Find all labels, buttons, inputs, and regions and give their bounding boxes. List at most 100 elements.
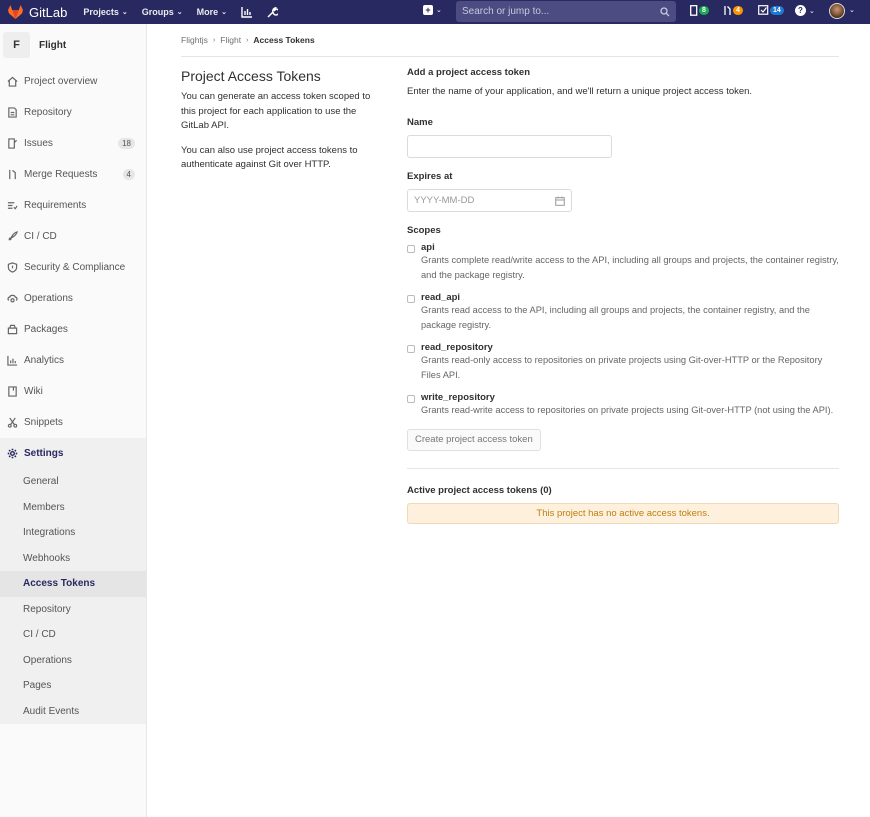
breadcrumb: Flightjs › Flight › Access Tokens (181, 35, 315, 45)
settings-access-tokens[interactable]: Access Tokens (0, 571, 146, 597)
sidebar-item-repository[interactable]: Repository (0, 97, 146, 128)
sidebar-item-label: Wiki (24, 386, 43, 397)
sidebar-item-issues[interactable]: Issues 18 (0, 128, 146, 159)
settings-pages[interactable]: Pages (0, 673, 146, 699)
expires-label: Expires at (407, 171, 453, 182)
sidebar-item-label: Operations (24, 293, 73, 304)
plus-icon: + (423, 5, 433, 15)
sidebar-item-operations[interactable]: Operations (0, 283, 146, 314)
expires-date-input[interactable]: YYYY-MM-DD (407, 189, 572, 212)
new-dropdown-button[interactable]: + ⌄ (423, 5, 442, 15)
help-icon: ? (795, 5, 806, 16)
search-icon (660, 6, 670, 16)
sidebar-item-ci-cd[interactable]: CI / CD (0, 221, 146, 252)
sidebar-item-snippets[interactable]: Snippets (0, 407, 146, 438)
sidebar-item-merge-requests[interactable]: Merge Requests 4 (0, 159, 146, 190)
calendar-icon[interactable] (555, 196, 565, 206)
scope-read-repository-checkbox[interactable] (407, 345, 415, 353)
wrench-icon[interactable] (267, 6, 278, 18)
scope-write-repository-checkbox[interactable] (407, 395, 415, 403)
scope-description: Grants read-write access to repositories… (421, 405, 834, 415)
breadcrumb-group[interactable]: Flightjs (181, 35, 208, 45)
sidebar-item-label: Security & Compliance (24, 262, 126, 273)
chevron-down-icon: ⌄ (176, 9, 183, 16)
form-description: Enter the name of your application, and … (407, 86, 753, 97)
settings-ci-cd[interactable]: CI / CD (0, 622, 146, 648)
scope-name: write_repository (421, 392, 495, 403)
scope-description: Grants read-only access to repositories … (421, 355, 823, 380)
chevron-down-icon[interactable]: ⌄ (849, 6, 855, 14)
settings-operations[interactable]: Operations (0, 648, 146, 674)
scope-name: read_repository (421, 342, 493, 353)
create-token-button[interactable]: Create project access token (407, 428, 541, 451)
scope-read-api-checkbox[interactable] (407, 295, 415, 303)
issues-counter[interactable]: 8 (690, 5, 709, 16)
breadcrumb-project[interactable]: Flight (220, 35, 241, 45)
sidebar-item-label: Repository (24, 107, 72, 118)
sidebar-item-label: Merge Requests (24, 169, 98, 180)
scope-api-checkbox[interactable] (407, 245, 415, 253)
sidebar-item-analytics[interactable]: Analytics (0, 345, 146, 376)
user-avatar[interactable] (829, 3, 845, 19)
package-icon (7, 324, 18, 335)
sidebar-item-wiki[interactable]: Wiki (0, 376, 146, 407)
gitlab-logo[interactable]: GitLab (8, 5, 67, 20)
scope-write-repository: write_repository Grants read-write acces… (407, 392, 839, 418)
sidebar-item-label: Analytics (24, 355, 65, 366)
doc-icon (8, 107, 17, 118)
top-navbar: GitLab Projects⌄ Groups⌄ More⌄ + ⌄ 8 4 1… (0, 0, 870, 24)
merge-icon (9, 169, 16, 180)
breadcrumb-current[interactable]: Access Tokens (253, 35, 314, 45)
intro-section: Project Access Tokens You can generate a… (181, 68, 386, 183)
settings-label: Settings (24, 448, 64, 459)
sidebar-item-settings[interactable]: Settings (0, 438, 146, 469)
settings-general[interactable]: General (0, 469, 146, 495)
sidebar: F Flight Project overview Repository Iss… (0, 24, 147, 817)
settings-webhooks[interactable]: Webhooks (0, 546, 146, 572)
book-icon (8, 386, 17, 397)
sidebar-item-project-overview[interactable]: Project overview (0, 66, 146, 97)
todos-counter[interactable]: 14 (758, 5, 784, 15)
sidebar-item-label: CI / CD (24, 231, 57, 242)
settings-repository[interactable]: Repository (0, 597, 146, 623)
name-input[interactable] (407, 135, 612, 158)
nav-groups-label: Groups (141, 7, 174, 17)
merge-requests-counter[interactable]: 4 (723, 5, 743, 16)
settings-audit-events[interactable]: Audit Events (0, 699, 146, 725)
settings-integrations[interactable]: Integrations (0, 520, 146, 546)
gear-icon (7, 448, 18, 459)
chevron-right-icon: › (212, 36, 216, 44)
nav-projects[interactable]: Projects ⌄ (83, 7, 127, 17)
scope-api: api Grants complete read/write access to… (407, 242, 839, 282)
activity-chart-icon[interactable] (241, 6, 253, 18)
sidebar-item-label: Requirements (24, 200, 87, 211)
project-header[interactable]: F Flight (0, 24, 146, 66)
project-avatar: F (3, 32, 30, 58)
scope-description: Grants complete read/write access to the… (421, 255, 839, 280)
divider (407, 467, 839, 469)
form-heading: Add a project access token (407, 67, 531, 78)
chevron-down-icon: ⌄ (121, 9, 128, 16)
cloud-icon (7, 294, 18, 303)
chevron-down-icon: ⌄ (809, 7, 815, 15)
intro-paragraph-2: You can also use project access tokens t… (181, 144, 358, 171)
sidebar-item-requirements[interactable]: Requirements (0, 190, 146, 221)
chart-icon (7, 355, 18, 366)
settings-section: Settings General Members Integrations We… (0, 438, 146, 724)
search-box[interactable] (456, 1, 676, 22)
sidebar-item-packages[interactable]: Packages (0, 314, 146, 345)
name-label: Name (407, 117, 433, 128)
search-input[interactable] (462, 6, 660, 17)
todo-icon (758, 5, 769, 15)
sidebar-item-label: Snippets (24, 417, 63, 428)
active-tokens-heading: Active project access tokens (0) (407, 484, 552, 496)
nav-groups[interactable]: Groups ⌄ (142, 7, 183, 17)
project-name: Flight (39, 39, 67, 51)
sidebar-item-label: Packages (24, 324, 68, 335)
sidebar-item-label: Project overview (24, 76, 98, 87)
sidebar-item-security-compliance[interactable]: Security & Compliance (0, 252, 146, 283)
settings-members[interactable]: Members (0, 495, 146, 521)
nav-more[interactable]: More ⌄ (197, 7, 227, 17)
scope-read-repository: read_repository Grants read-only access … (407, 342, 839, 382)
help-dropdown[interactable]: ? ⌄ (795, 5, 815, 16)
